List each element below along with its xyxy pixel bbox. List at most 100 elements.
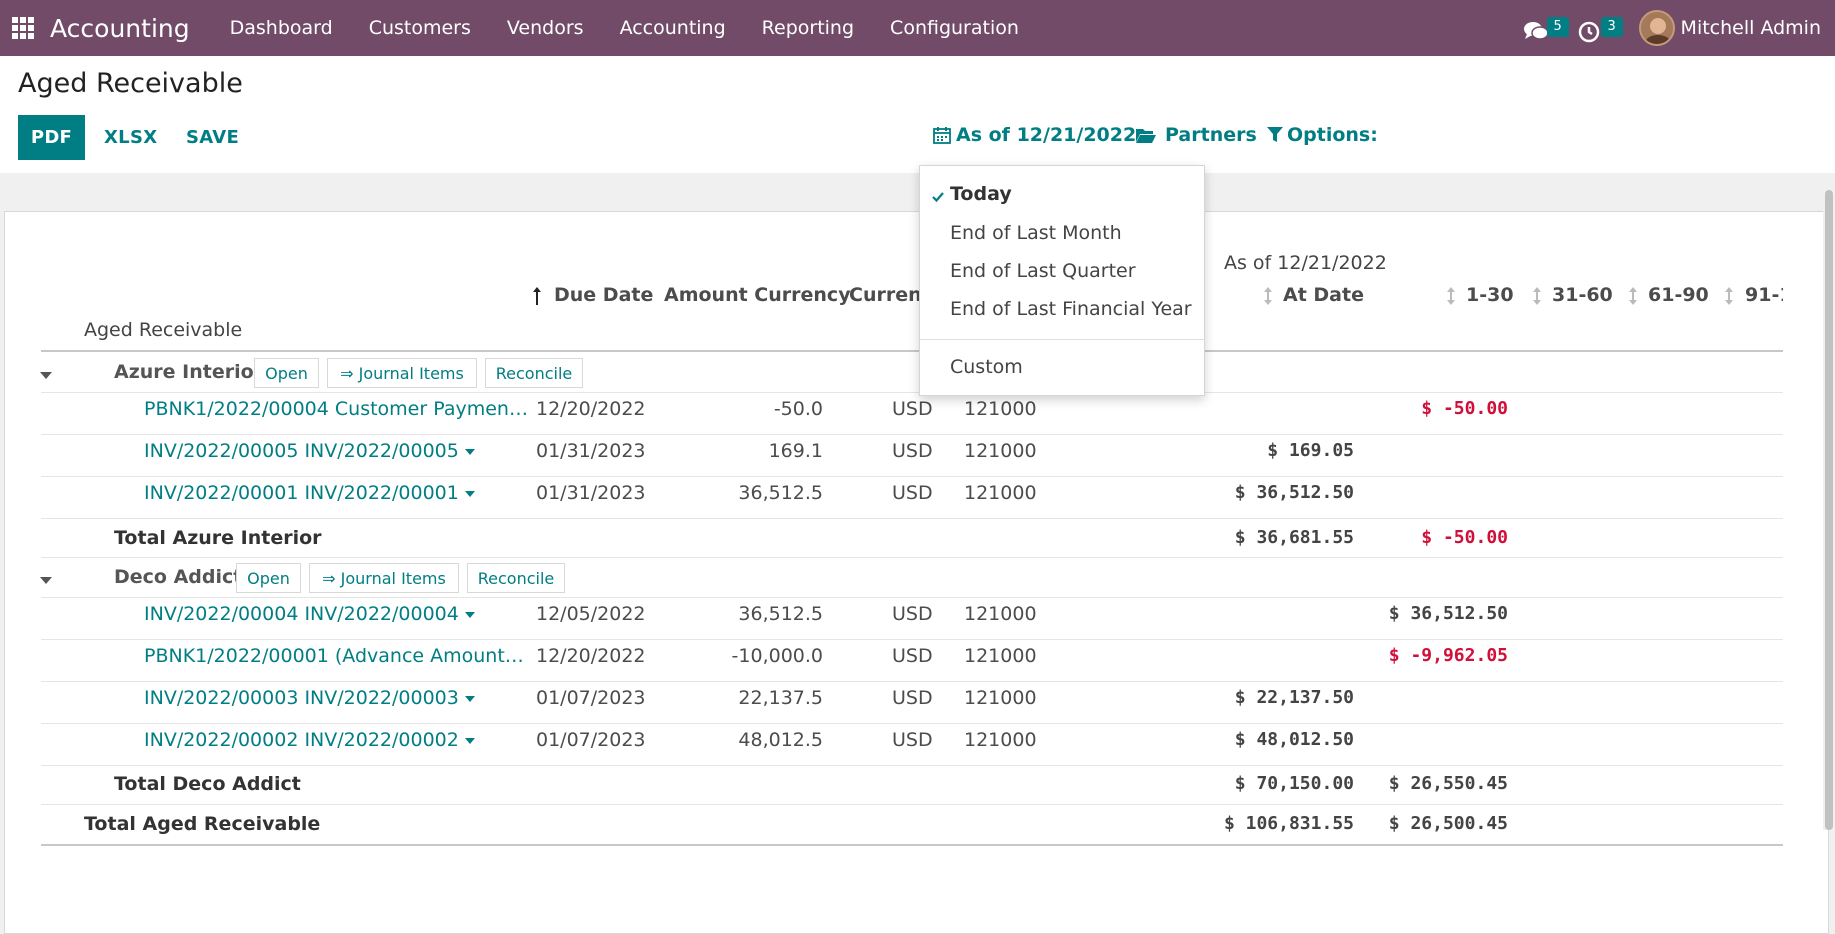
line-amount: 48,012.5 bbox=[738, 729, 823, 751]
partner-total-1-30: $ -50.00 bbox=[1421, 527, 1508, 548]
partners-filter-label: Partners bbox=[1165, 124, 1257, 146]
col-1-30[interactable]: 1-30 bbox=[1466, 284, 1514, 306]
partners-filter[interactable]: Partners bbox=[1135, 124, 1257, 146]
row-divider bbox=[41, 392, 1783, 393]
line-due-date: 01/31/2023 bbox=[536, 482, 646, 504]
line-currency: USD bbox=[892, 482, 933, 504]
grand-total-1-30: $ 26,500.45 bbox=[1388, 813, 1508, 834]
footer-divider bbox=[41, 844, 1783, 846]
date-option-custom[interactable]: Custom bbox=[950, 356, 1023, 378]
col-31-60[interactable]: 31-60 bbox=[1552, 284, 1613, 306]
chevron-down-icon[interactable] bbox=[464, 737, 475, 744]
line-ref[interactable]: INV/2022/00004 INV/2022/00004 bbox=[144, 603, 475, 625]
app-name[interactable]: Accounting bbox=[50, 14, 190, 43]
date-option-end-of-last-quarter[interactable]: End of Last Quarter bbox=[950, 260, 1136, 282]
line-amount: 36,512.5 bbox=[738, 603, 823, 625]
chat-icon bbox=[1523, 22, 1549, 40]
menu-customers[interactable]: Customers bbox=[351, 17, 489, 39]
line-currency: USD bbox=[892, 398, 933, 420]
line-ref[interactable]: PBNK1/2022/00001 (Advance Amount… bbox=[144, 645, 524, 667]
partner-total-at-date: $ 36,681.55 bbox=[1234, 527, 1354, 548]
line-account: 121000 bbox=[964, 440, 1037, 462]
open-button[interactable]: Open bbox=[236, 563, 301, 593]
date-option-end-of-last-financial-year[interactable]: End of Last Financial Year bbox=[950, 298, 1192, 320]
line-ref[interactable]: PBNK1/2022/00004 Customer Paymen… bbox=[144, 398, 528, 420]
menu-accounting[interactable]: Accounting bbox=[602, 17, 744, 39]
sort-icon[interactable] bbox=[1724, 286, 1734, 306]
collapse-caret-icon[interactable] bbox=[40, 577, 52, 584]
date-filter-dropdown: Today End of Last Month End of Last Quar… bbox=[919, 165, 1205, 396]
funnel-icon bbox=[1267, 127, 1283, 142]
line-ref[interactable]: INV/2022/00001 INV/2022/00001 bbox=[144, 482, 475, 504]
col-91-120[interactable]: 91-1 bbox=[1745, 284, 1783, 306]
apps-menu-icon[interactable] bbox=[12, 17, 34, 39]
line-currency: USD bbox=[892, 729, 933, 751]
line-1-30: $ -50.00 bbox=[1421, 398, 1508, 419]
scrollbar-thumb[interactable] bbox=[1825, 190, 1833, 830]
collapse-caret-icon[interactable] bbox=[40, 372, 52, 379]
user-name[interactable]: Mitchell Admin bbox=[1681, 17, 1821, 39]
line-ref[interactable]: INV/2022/00005 INV/2022/00005 bbox=[144, 440, 475, 462]
grand-total-at-date: $ 106,831.55 bbox=[1223, 813, 1354, 834]
activities-badge: 3 bbox=[1600, 17, 1623, 37]
chevron-down-icon[interactable] bbox=[464, 490, 475, 497]
user-avatar[interactable] bbox=[1638, 10, 1675, 46]
menu-vendors[interactable]: Vendors bbox=[489, 17, 602, 39]
sort-icon[interactable] bbox=[1532, 286, 1542, 306]
partner-total-1-30: $ 26,550.45 bbox=[1388, 773, 1508, 794]
chevron-down-icon[interactable] bbox=[464, 695, 475, 702]
line-currency: USD bbox=[892, 603, 933, 625]
date-filter[interactable]: As of 12/21/2022 bbox=[932, 124, 1136, 146]
col-currency[interactable]: Currency bbox=[849, 284, 919, 306]
checkmark-icon bbox=[932, 192, 944, 203]
line-currency: USD bbox=[892, 645, 933, 667]
col-at-date[interactable]: At Date bbox=[1283, 284, 1364, 306]
row-divider bbox=[41, 681, 1783, 682]
chevron-down-icon[interactable] bbox=[464, 611, 475, 618]
sort-icon[interactable] bbox=[1446, 286, 1456, 306]
partner-name[interactable]: Azure Interior bbox=[114, 361, 263, 383]
line-account: 121000 bbox=[964, 482, 1037, 504]
line-amount: 22,137.5 bbox=[738, 687, 823, 709]
row-divider bbox=[41, 597, 1783, 598]
menu-reporting[interactable]: Reporting bbox=[744, 17, 872, 39]
header-divider bbox=[41, 350, 1783, 352]
options-filter[interactable]: Options: bbox=[1267, 124, 1378, 146]
line-ref[interactable]: INV/2022/00002 INV/2022/00002 bbox=[144, 729, 475, 751]
line-at-date: $ 48,012.50 bbox=[1234, 729, 1354, 750]
row-divider bbox=[41, 557, 1783, 558]
xlsx-button[interactable]: XLSX bbox=[104, 115, 157, 160]
menu-configuration[interactable]: Configuration bbox=[872, 17, 1037, 39]
line-currency: USD bbox=[892, 687, 933, 709]
open-button[interactable]: Open bbox=[254, 358, 319, 388]
save-button[interactable]: SAVE bbox=[186, 115, 239, 160]
date-option-end-of-last-month[interactable]: End of Last Month bbox=[950, 222, 1122, 244]
row-divider bbox=[41, 765, 1783, 766]
col-amount-currency[interactable]: Amount Currency bbox=[664, 284, 851, 306]
menu-dashboard[interactable]: Dashboard bbox=[212, 17, 351, 39]
pdf-button[interactable]: PDF bbox=[18, 115, 85, 160]
sort-icon[interactable] bbox=[1628, 286, 1638, 306]
line-1-30: $ -9,962.05 bbox=[1388, 645, 1508, 666]
line-ref[interactable]: INV/2022/00003 INV/2022/00003 bbox=[144, 687, 475, 709]
line-due-date: 01/07/2023 bbox=[536, 687, 646, 709]
chevron-down-icon[interactable] bbox=[464, 448, 475, 455]
sort-arrow-up-icon[interactable] bbox=[532, 286, 542, 306]
messages-button[interactable]: 5 bbox=[1521, 8, 1569, 48]
col-due-date[interactable]: Due Date bbox=[554, 284, 653, 306]
row-divider bbox=[41, 434, 1783, 435]
journal-items-button[interactable]: ⇒ Journal Items bbox=[309, 563, 459, 593]
col-61-90[interactable]: 61-90 bbox=[1648, 284, 1709, 306]
date-option-today[interactable]: Today bbox=[950, 183, 1012, 205]
sort-icon[interactable] bbox=[1263, 286, 1273, 306]
top-navbar: Accounting Dashboard Customers Vendors A… bbox=[0, 0, 1835, 56]
activities-button[interactable]: 3 bbox=[1575, 8, 1623, 48]
journal-items-button[interactable]: ⇒ Journal Items bbox=[327, 358, 477, 388]
line-amount: 36,512.5 bbox=[738, 482, 823, 504]
reconcile-button[interactable]: Reconcile bbox=[467, 563, 565, 593]
partner-name[interactable]: Deco Addict bbox=[114, 566, 242, 588]
row-divider bbox=[41, 518, 1783, 519]
partner-total-label: Total Deco Addict bbox=[114, 773, 301, 795]
reconcile-button[interactable]: Reconcile bbox=[485, 358, 583, 388]
page-title: Aged Receivable bbox=[18, 68, 243, 99]
